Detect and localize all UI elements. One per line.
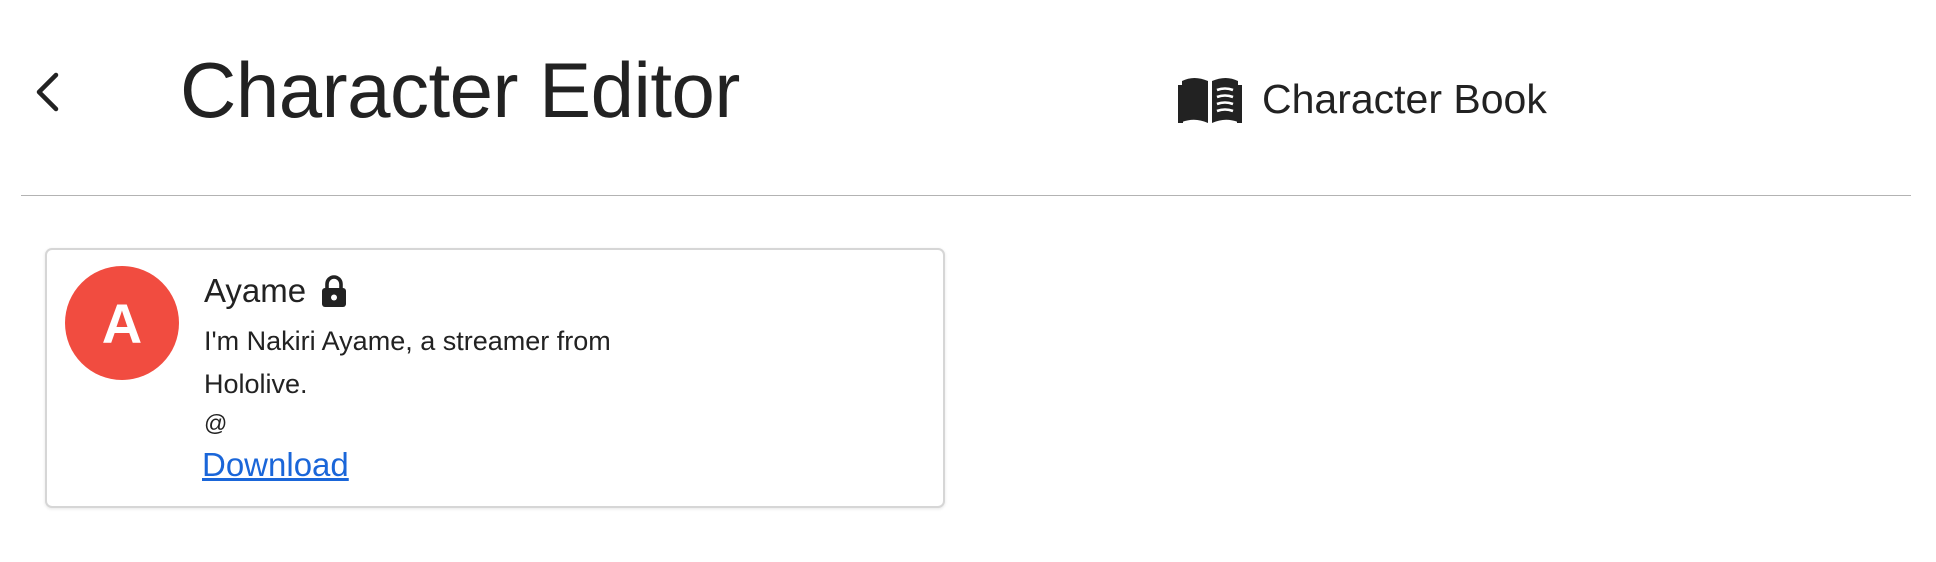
download-link[interactable]: Download bbox=[202, 446, 349, 484]
character-handle: @ bbox=[204, 410, 228, 436]
character-book-label: Character Book bbox=[1262, 75, 1547, 122]
back-button[interactable] bbox=[22, 62, 72, 122]
lock-icon bbox=[322, 275, 347, 307]
character-book-button[interactable]: Character Book bbox=[1178, 66, 1547, 132]
character-description: I'm Nakiri Ayame, a streamer from Hololi… bbox=[204, 326, 611, 399]
character-name-row: Ayame bbox=[204, 272, 348, 310]
character-name: Ayame bbox=[204, 272, 307, 309]
open-book-icon bbox=[1178, 78, 1242, 123]
header-divider bbox=[21, 195, 1911, 196]
page-title: Character Editor bbox=[180, 46, 740, 134]
avatar: A bbox=[65, 266, 179, 380]
chevron-left-icon bbox=[36, 72, 59, 112]
character-card[interactable]: A Ayame I'm Nakiri Ayame, a streamer fro… bbox=[45, 248, 945, 508]
